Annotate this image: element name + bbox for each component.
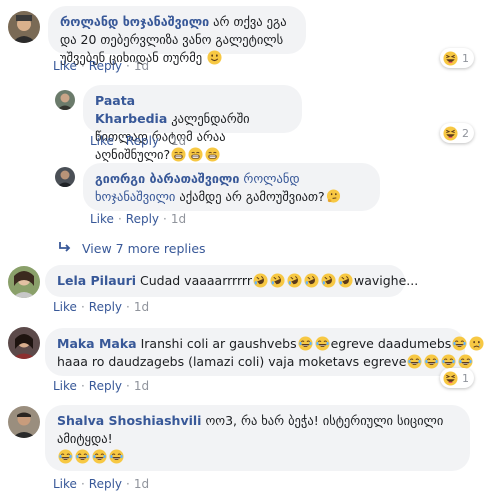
view-more-replies-link[interactable]: View 7 more replies	[58, 240, 206, 258]
laugh-emoji-icon	[92, 449, 107, 464]
comment-bubble: როლანდ ხოჯანაშვილი არ თქვა ეგა და 20 თებე…	[48, 6, 306, 65]
avatar[interactable]	[8, 11, 40, 43]
laugh-emoji-icon	[75, 449, 90, 464]
rofl-emoji-icon	[270, 273, 285, 288]
laugh-emoji-icon	[58, 449, 73, 464]
reaction-summary[interactable]: 1	[440, 48, 474, 68]
haha-reaction-icon	[443, 371, 458, 386]
reply-link[interactable]: Reply	[89, 477, 122, 491]
author-name[interactable]: Shalva Shoshiashvili	[57, 413, 201, 428]
grin-emoji-icon	[205, 147, 220, 162]
timestamp[interactable]: 1d	[134, 300, 149, 314]
reaction-count: 2	[462, 126, 469, 140]
reaction-summary[interactable]: 1	[440, 368, 474, 388]
reply-link[interactable]: Reply	[89, 300, 122, 314]
reply-link[interactable]: Reply	[126, 134, 159, 148]
comment-actions: Like · Reply · 1d	[53, 379, 150, 393]
avatar[interactable]	[55, 90, 75, 110]
comment-text: Cudad vaaaarrrrrr	[140, 273, 252, 288]
author-name[interactable]: Lela Pilauri	[57, 273, 136, 288]
comment-actions: Like · Reply · 1d	[90, 212, 187, 226]
comment-text: Iranshi coli ar gaushvebs	[140, 336, 297, 351]
author-name[interactable]: Maka Maka	[57, 336, 137, 351]
timestamp[interactable]: 1d	[134, 379, 149, 393]
comment-bubble: გიორგი ბარათაშვილი როლანდ ხოჯანაშვილი აქა…	[83, 163, 380, 211]
author-name[interactable]: გიორგი ბარათაშვილი	[95, 171, 239, 186]
like-link[interactable]: Like	[53, 59, 77, 73]
author-name[interactable]: Paata Kharbedia	[95, 93, 167, 126]
rofl-emoji-icon	[304, 273, 319, 288]
like-link[interactable]: Like	[90, 212, 114, 226]
reply-link[interactable]: Reply	[89, 59, 122, 73]
comment-actions: Like · Reply · 1d	[53, 300, 150, 314]
comment-text: egreve daadumebs	[330, 336, 452, 351]
reaction-count: 1	[462, 51, 469, 65]
reaction-count: 1	[462, 371, 469, 385]
view-more-replies-label[interactable]: View 7 more replies	[82, 241, 206, 256]
rofl-emoji-icon	[287, 273, 302, 288]
thinking-emoji-icon	[326, 189, 341, 204]
laugh-emoji-icon	[458, 354, 473, 369]
laugh-emoji-icon	[441, 354, 456, 369]
comment-text: haaa ro daudzagebs (lamazi coli) vaja mo…	[57, 354, 407, 369]
laugh-emoji-icon	[109, 449, 124, 464]
avatar[interactable]	[8, 406, 40, 438]
reply-link[interactable]: Reply	[126, 212, 159, 226]
comment-bubble: Maka Maka Iranshi coli ar gaushvebs egreve…	[45, 328, 465, 376]
comment-text: აქამდე არ გამოუშვიათ?	[179, 189, 325, 204]
avatar[interactable]	[8, 266, 40, 298]
like-link[interactable]: Like	[53, 300, 77, 314]
reaction-summary[interactable]: 2	[440, 123, 474, 143]
laugh-emoji-icon	[407, 354, 422, 369]
sad-emoji-icon	[469, 336, 484, 351]
like-link[interactable]: Like	[53, 477, 77, 491]
comment-actions: Like · Reply · 1d	[53, 477, 150, 491]
laugh-emoji-icon	[452, 336, 467, 351]
author-name[interactable]: როლანდ ხოჯანაშვილი	[60, 14, 209, 29]
laugh-emoji-icon	[424, 354, 439, 369]
grin-emoji-icon	[188, 147, 203, 162]
comment-bubble: Shalva Shoshiashvili ოო3, რა ხარ ბეჭა! ის…	[45, 405, 470, 471]
comment-bubble: Lela Pilauri Cudad vaaaarrrrrr wavighe...	[45, 265, 418, 297]
haha-reaction-icon	[443, 51, 458, 66]
timestamp[interactable]: 1d	[171, 134, 186, 148]
haha-reaction-icon	[443, 126, 458, 141]
rofl-emoji-icon	[321, 273, 336, 288]
comment-actions: Like · Reply · 1d	[90, 134, 187, 148]
laugh-emoji-icon	[298, 336, 313, 351]
avatar[interactable]	[55, 167, 75, 187]
reply-link[interactable]: Reply	[89, 379, 122, 393]
comment-actions: Like · Reply · 1d	[53, 59, 150, 73]
avatar[interactable]	[8, 327, 40, 359]
rofl-emoji-icon	[253, 273, 268, 288]
smile-emoji-icon	[207, 50, 222, 65]
timestamp[interactable]: 1d	[134, 477, 149, 491]
rofl-emoji-icon	[338, 273, 353, 288]
like-link[interactable]: Like	[90, 134, 114, 148]
comment-bubble: Paata Kharbedia კალენდარში წითლად რატომ ა…	[83, 85, 302, 162]
grin-emoji-icon	[171, 147, 186, 162]
timestamp[interactable]: 1d	[171, 212, 186, 226]
comment-text-end: wavighe...	[353, 273, 419, 288]
timestamp[interactable]: 1d	[134, 59, 149, 73]
laugh-emoji-icon	[315, 336, 330, 351]
like-link[interactable]: Like	[53, 379, 77, 393]
reply-arrow-icon	[58, 240, 74, 258]
